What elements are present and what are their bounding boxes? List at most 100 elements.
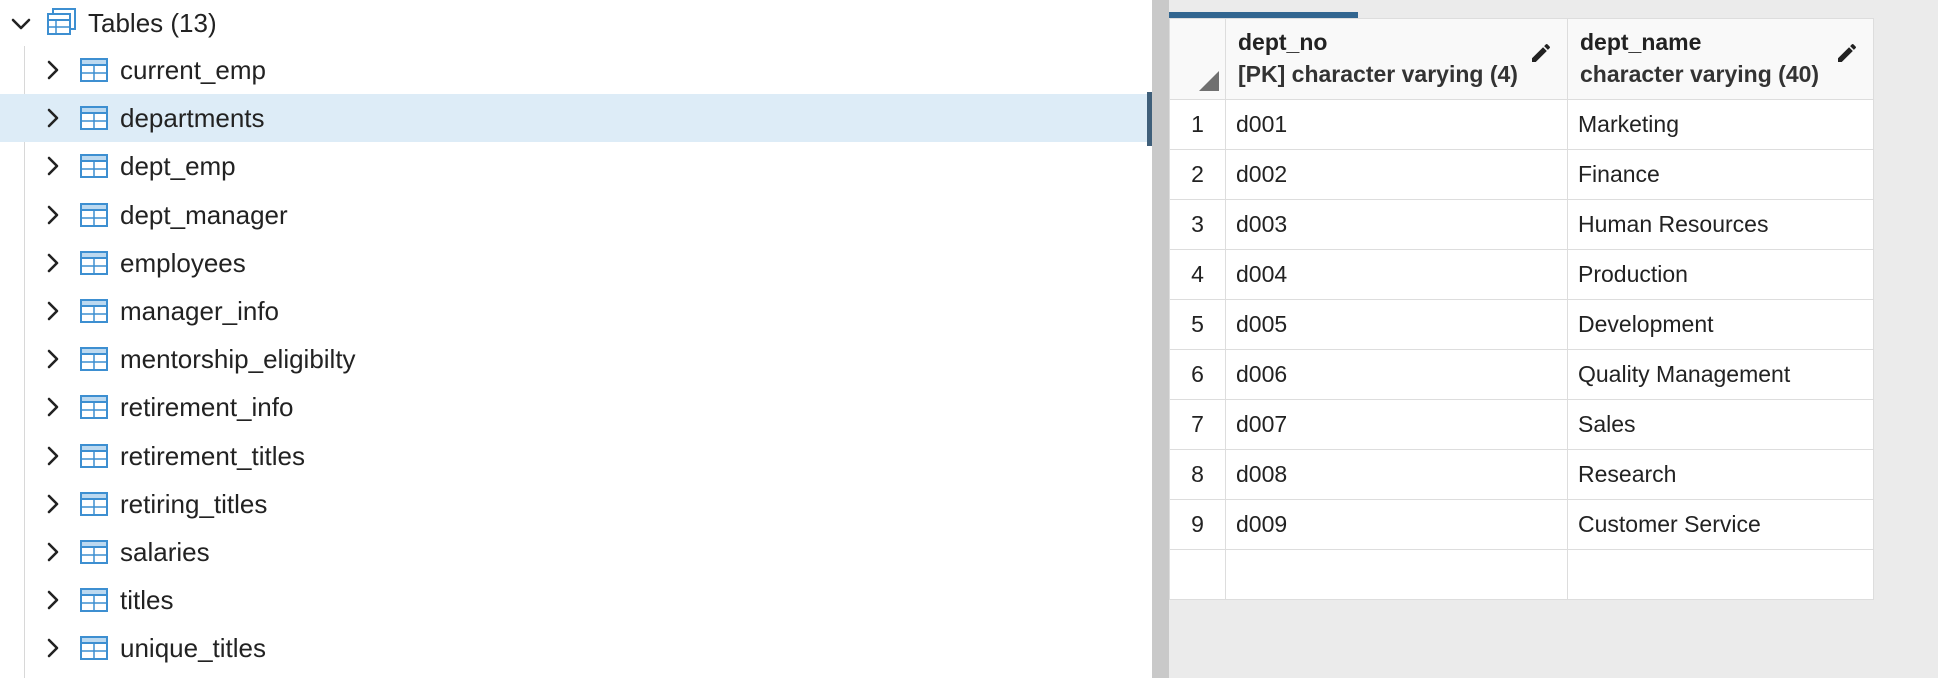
tree-item-label: retirement_info: [120, 392, 294, 423]
tree-item-table[interactable]: retirement_titles: [0, 432, 1152, 480]
row-number[interactable]: 3: [1169, 199, 1226, 250]
chevron-right-icon[interactable]: [42, 155, 64, 177]
chevron-right-icon[interactable]: [42, 637, 64, 659]
cell-dept-no[interactable]: d002: [1225, 149, 1568, 200]
table-row[interactable]: 1 d001 Marketing: [1169, 99, 1874, 150]
chevron-right-icon[interactable]: [42, 300, 64, 322]
cell-dept-name[interactable]: Customer Service: [1567, 499, 1874, 550]
chevron-right-icon[interactable]: [42, 348, 64, 370]
tree-item-label: employees: [120, 247, 246, 278]
select-all-corner[interactable]: [1169, 18, 1226, 100]
cell-dept-name[interactable]: Research: [1567, 449, 1874, 500]
table-row[interactable]: 2 d002 Finance: [1169, 149, 1874, 200]
table-icon: [80, 636, 108, 661]
chevron-right-icon[interactable]: [42, 541, 64, 563]
cell-dept-no[interactable]: d003: [1225, 199, 1568, 250]
table-icon: [80, 443, 108, 468]
tables-group-icon: [47, 8, 76, 35]
tree-item-table[interactable]: unique_titles: [0, 624, 1152, 672]
cell-dept-name[interactable]: Quality Management: [1567, 349, 1874, 400]
row-number[interactable]: 7: [1169, 399, 1226, 450]
table-row[interactable]: 5 d005 Development: [1169, 299, 1874, 350]
column-type: character varying (40): [1580, 61, 1820, 87]
tree-item-table[interactable]: retirement_info: [0, 383, 1152, 431]
table-icon: [80, 588, 108, 613]
empty-cell[interactable]: [1225, 549, 1568, 600]
empty-cell[interactable]: [1169, 549, 1226, 600]
table-row[interactable]: 6 d006 Quality Management: [1169, 349, 1874, 400]
cell-dept-name[interactable]: Finance: [1567, 149, 1874, 200]
chevron-right-icon[interactable]: [42, 59, 64, 81]
object-browser-tree: Tables (13) current_emp departments dept_e…: [0, 0, 1152, 678]
tree-item-table[interactable]: manager_info: [0, 287, 1152, 335]
table-icon: [80, 540, 108, 564]
column-name: dept_name: [1580, 29, 1702, 55]
row-number[interactable]: 5: [1169, 299, 1226, 350]
row-number[interactable]: 4: [1169, 249, 1226, 300]
tree-item-table[interactable]: titles: [0, 576, 1152, 624]
tree-item-table[interactable]: retiring_titles: [0, 480, 1152, 528]
cell-dept-name[interactable]: Marketing: [1567, 99, 1874, 150]
data-output-panel: dept_no [PK] character varying (4) dept_…: [1169, 0, 1938, 678]
row-number[interactable]: 6: [1169, 349, 1226, 400]
chevron-right-icon[interactable]: [42, 589, 64, 611]
tree-item-table[interactable]: departments: [0, 94, 1152, 143]
pencil-icon[interactable]: [1529, 41, 1553, 65]
tables-group-label: Tables (13): [88, 8, 217, 38]
select-all-icon[interactable]: [1199, 71, 1219, 91]
tree-item-label: salaries: [120, 537, 210, 567]
table-icon: [80, 347, 108, 372]
cell-dept-no[interactable]: d001: [1225, 99, 1568, 150]
tree-item-label: titles: [120, 585, 174, 616]
tree-item-label: retiring_titles: [120, 488, 268, 519]
table-icon: [80, 202, 108, 227]
cell-dept-no[interactable]: d009: [1225, 499, 1568, 550]
cell-dept-no[interactable]: d004: [1225, 249, 1568, 300]
tree-item-table[interactable]: salaries: [0, 528, 1152, 576]
chevron-right-icon[interactable]: [42, 204, 64, 226]
cell-dept-name[interactable]: Production: [1567, 249, 1874, 300]
table-icon: [80, 58, 108, 82]
chevron-right-icon[interactable]: [42, 396, 64, 418]
column-name: dept_no: [1238, 29, 1328, 55]
table-icon: [80, 491, 108, 516]
cell-dept-no[interactable]: d008: [1225, 449, 1568, 500]
panel-splitter[interactable]: [1152, 0, 1169, 678]
tree-item-label: dept_emp: [120, 151, 236, 182]
pencil-icon[interactable]: [1835, 41, 1859, 65]
tree-item-table[interactable]: mentorship_eligibilty: [0, 335, 1152, 383]
tree-item-label: current_emp: [120, 55, 266, 85]
cell-dept-no[interactable]: d005: [1225, 299, 1568, 350]
column-header-dept-no[interactable]: dept_no [PK] character varying (4): [1225, 18, 1568, 100]
table-row[interactable]: 7 d007 Sales: [1169, 399, 1874, 450]
chevron-right-icon[interactable]: [42, 493, 64, 515]
tree-item-table[interactable]: current_emp: [0, 46, 1152, 94]
tables-group-node[interactable]: Tables (13): [0, 0, 1152, 46]
column-type: [PK] character varying (4): [1238, 61, 1518, 87]
chevron-right-icon[interactable]: [42, 252, 64, 274]
cell-dept-name[interactable]: Human Resources: [1567, 199, 1874, 250]
table-icon: [80, 299, 108, 323]
cell-dept-name[interactable]: Sales: [1567, 399, 1874, 450]
table-icon: [80, 154, 108, 179]
chevron-down-icon[interactable]: [10, 13, 32, 35]
row-number[interactable]: 1: [1169, 99, 1226, 150]
chevron-right-icon[interactable]: [42, 445, 64, 467]
cell-dept-no[interactable]: d007: [1225, 399, 1568, 450]
cell-dept-no[interactable]: d006: [1225, 349, 1568, 400]
row-number[interactable]: 8: [1169, 449, 1226, 500]
tree-item-table[interactable]: employees: [0, 239, 1152, 287]
table-row[interactable]: 8 d008 Research: [1169, 449, 1874, 500]
column-header-dept-name[interactable]: dept_name character varying (40): [1567, 18, 1874, 100]
table-row[interactable]: 4 d004 Production: [1169, 249, 1874, 300]
row-number[interactable]: 2: [1169, 149, 1226, 200]
chevron-right-icon[interactable]: [42, 107, 64, 129]
cell-dept-name[interactable]: Development: [1567, 299, 1874, 350]
table-row[interactable]: 9 d009 Customer Service: [1169, 499, 1874, 550]
new-row-placeholder[interactable]: [1169, 549, 1874, 600]
tree-item-table[interactable]: dept_emp: [0, 142, 1152, 190]
empty-cell[interactable]: [1567, 549, 1874, 600]
row-number[interactable]: 9: [1169, 499, 1226, 550]
table-row[interactable]: 3 d003 Human Resources: [1169, 199, 1874, 250]
tree-item-table[interactable]: dept_manager: [0, 191, 1152, 239]
